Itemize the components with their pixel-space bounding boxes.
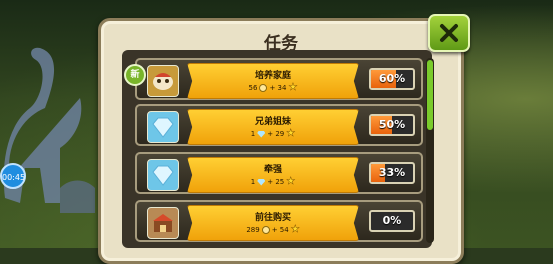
quest-name: 兄弟姐妹 <box>254 117 291 127</box>
close-icon <box>440 24 458 42</box>
quest-reward: 1 + 29 ★ <box>188 128 358 139</box>
quest-banner: 牵强 1 + 25 ★ <box>187 157 359 193</box>
progress-label: 33% <box>378 166 406 179</box>
quest-row[interactable]: 兄弟姐妹 1 + 29 ★ 50% <box>135 104 423 146</box>
timer-badge[interactable]: 00:45 <box>0 163 26 189</box>
coin-amount: 56 <box>248 84 258 92</box>
star-amount: + 54 <box>271 226 289 234</box>
coin-icon <box>259 84 268 92</box>
progress-label: 0% <box>382 214 402 227</box>
quest-progress: 33% <box>369 162 415 184</box>
quest-banner: 前往购买 289 + 54 ★ <box>187 205 359 241</box>
quest-progress: 50% <box>369 114 415 136</box>
quest-reward: 289 + 54 ★ <box>188 224 358 235</box>
gem-icon <box>257 130 266 138</box>
star-amount: + 29 <box>267 130 285 138</box>
mushroom-creature-icon <box>147 65 179 97</box>
new-badge: 新 <box>124 64 146 86</box>
diamond-icon <box>147 111 179 143</box>
star-icon: ★ <box>286 176 296 187</box>
diamond-icon <box>147 159 179 191</box>
star-icon: ★ <box>288 82 298 93</box>
star-icon: ★ <box>290 224 300 235</box>
gem-amount: 1 <box>250 130 256 138</box>
coin-icon <box>261 226 270 234</box>
star-amount: + 34 <box>269 84 287 92</box>
quest-row[interactable]: 培养家庭 56 + 34 ★ 60% <box>135 58 423 100</box>
star-amount: + 25 <box>267 178 285 186</box>
progress-label: 60% <box>378 72 406 85</box>
quest-reward: 56 + 34 ★ <box>188 82 358 93</box>
quest-name: 牵强 <box>263 165 282 175</box>
scrollbar-thumb[interactable] <box>427 60 433 130</box>
quest-name: 培养家庭 <box>254 71 291 81</box>
quest-progress: 60% <box>369 68 415 90</box>
shop-stall-icon <box>147 207 179 239</box>
coin-amount: 289 <box>246 226 260 234</box>
close-button[interactable] <box>428 14 470 52</box>
gem-icon <box>257 178 266 186</box>
progress-label: 50% <box>378 118 406 131</box>
star-icon: ★ <box>286 128 296 139</box>
quest-reward: 1 + 25 ★ <box>188 176 358 187</box>
quest-row[interactable]: 牵强 1 + 25 ★ 33% <box>135 152 423 194</box>
quest-name: 前往购买 <box>254 213 291 223</box>
quest-row[interactable]: 前往购买 289 + 54 ★ 0% <box>135 200 423 242</box>
quest-banner: 兄弟姐妹 1 + 29 ★ <box>187 109 359 145</box>
quest-banner: 培养家庭 56 + 34 ★ <box>187 63 359 99</box>
quest-progress: 0% <box>369 210 415 232</box>
gem-amount: 1 <box>250 178 256 186</box>
